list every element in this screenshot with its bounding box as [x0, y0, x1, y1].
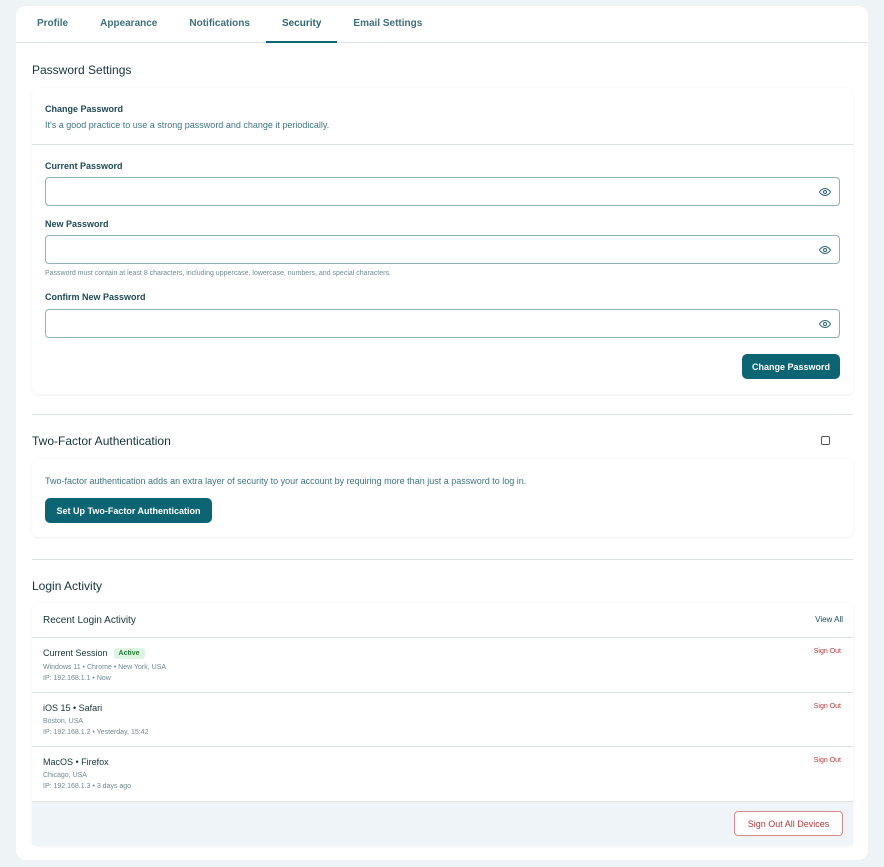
- eye-icon[interactable]: [819, 186, 831, 198]
- change-password-description: It's a good practice to use a strong pas…: [45, 120, 330, 130]
- tab-notifications[interactable]: Notifications: [173, 6, 266, 43]
- tab-profile[interactable]: Profile: [21, 6, 84, 43]
- active-badge: Active: [113, 648, 145, 659]
- current-password-input[interactable]: [45, 177, 840, 206]
- twofa-section-title: Two-Factor Authentication: [32, 434, 171, 448]
- new-password-input[interactable]: [45, 235, 840, 264]
- session-title: iOS 15 • Safari: [43, 703, 103, 713]
- activity-footer: Sign Out All Devices: [32, 801, 853, 845]
- tab-security[interactable]: Security: [265, 6, 338, 43]
- current-password-label: Current Password: [45, 161, 123, 171]
- tab-appearance[interactable]: Appearance: [84, 6, 173, 43]
- new-password-label: New Password: [45, 219, 109, 229]
- setup-twofa-button[interactable]: Set Up Two-Factor Authentication: [45, 498, 212, 523]
- session-row: Current Session Active Windows 11 • Chrom…: [32, 637, 853, 692]
- twofa-toggle-checkbox[interactable]: [821, 436, 830, 445]
- confirm-password-label: Confirm New Password: [45, 292, 146, 302]
- session-device: Chicago, USA: [43, 772, 87, 779]
- eye-icon[interactable]: [819, 244, 831, 256]
- sign-out-all-devices-button[interactable]: Sign Out All Devices: [734, 811, 843, 836]
- eye-icon[interactable]: [819, 318, 831, 330]
- session-row: iOS 15 • Safari Boston, USA IP: 192.168.…: [32, 692, 853, 746]
- sign-out-link[interactable]: Sign Out: [814, 757, 841, 764]
- session-device: Boston, USA: [43, 718, 84, 725]
- change-password-title: Change Password: [45, 104, 124, 114]
- session-ip: IP: 192.168.1.1 • Now: [43, 675, 111, 682]
- session-title: MacOS • Firefox: [43, 757, 109, 767]
- password-divider: [32, 144, 853, 145]
- section-divider: [32, 414, 853, 415]
- session-device: Windows 11 • Chrome • New York, USA: [43, 664, 167, 671]
- section-divider: [32, 559, 853, 560]
- recent-login-activity-title: Recent Login Activity: [43, 615, 136, 626]
- twofa-description: Two-factor authentication adds an extra …: [45, 476, 527, 486]
- sign-out-link[interactable]: Sign Out: [814, 648, 841, 655]
- confirm-password-input[interactable]: [45, 309, 840, 338]
- session-ip: IP: 192.168.1.2 • Yesterday, 15:42: [43, 729, 149, 736]
- session-row: MacOS • Firefox Chicago, USA IP: 192.168…: [32, 746, 853, 801]
- change-password-button[interactable]: Change Password: [742, 354, 840, 379]
- settings-card: Profile Appearance Notifications Securit…: [16, 6, 868, 860]
- settings-tabs: Profile Appearance Notifications Securit…: [16, 6, 868, 43]
- password-requirements-hint: Password must contain at least 8 charact…: [45, 270, 391, 277]
- view-all-link[interactable]: View All: [815, 615, 843, 624]
- sign-out-link[interactable]: Sign Out: [814, 703, 841, 710]
- login-activity-section-title: Login Activity: [32, 579, 103, 593]
- session-title: Current Session Active: [43, 648, 145, 659]
- session-ip: IP: 192.168.1.3 • 3 days ago: [43, 783, 132, 790]
- tab-email-settings[interactable]: Email Settings: [337, 6, 438, 43]
- password-section-title: Password Settings: [32, 63, 132, 77]
